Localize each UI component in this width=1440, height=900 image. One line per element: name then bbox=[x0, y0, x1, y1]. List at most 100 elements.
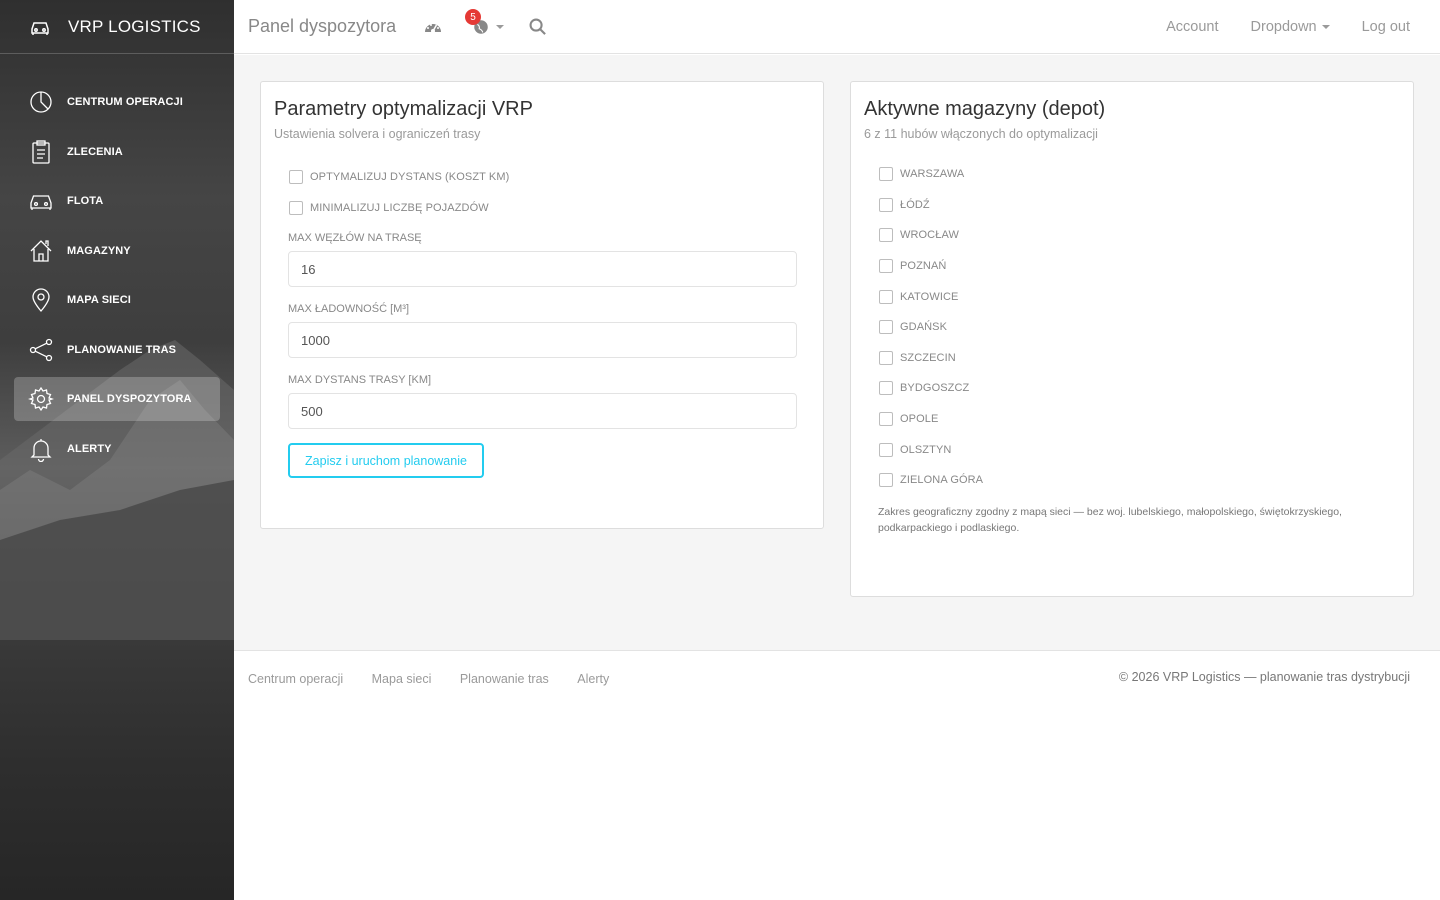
sidebar-logo[interactable]: VRP LOGISTICS bbox=[0, 0, 234, 54]
depot-checkbox[interactable]: Łódź bbox=[879, 190, 983, 221]
depot-checkbox[interactable]: Olsztyn bbox=[879, 434, 983, 465]
top-nav-right: Account Dropdown Log out bbox=[1134, 0, 1410, 54]
checkbox-box[interactable] bbox=[879, 473, 893, 488]
footer-link-alerty[interactable]: Alerty bbox=[577, 672, 609, 686]
checkbox-box[interactable] bbox=[879, 289, 893, 304]
pie-chart-icon bbox=[30, 91, 52, 113]
search-icon[interactable] bbox=[528, 17, 547, 36]
depot-checkbox[interactable]: Wrocław bbox=[879, 220, 983, 251]
car-icon bbox=[30, 195, 52, 210]
sidebar-item-label: ZLECENIA bbox=[67, 145, 123, 158]
depot-checkbox[interactable]: Warszawa bbox=[879, 159, 983, 190]
footer-link-planowanie-tras[interactable]: Planowanie tras bbox=[460, 672, 549, 686]
car-icon bbox=[31, 21, 49, 35]
sidebar-item-label: CENTRUM OPERACJI bbox=[67, 96, 183, 108]
sidebar-item-centrum-operacji[interactable]: CENTRUM OPERACJI bbox=[14, 80, 220, 124]
sidebar-item-mapa-sieci[interactable]: MAPA SIECI bbox=[14, 278, 220, 322]
max-nodes-label: Max węzłów na trasę bbox=[288, 232, 422, 244]
sidebar-item-label: PLANOWANIE TRAS bbox=[67, 343, 177, 356]
checkbox-minimize-vehicles[interactable]: Minimalizuj liczbę pojazdów bbox=[289, 193, 509, 224]
active-depots-card: Aktywne magazyny (depot) 6 z 11 hubów wł… bbox=[850, 81, 1414, 597]
save-and-run-button[interactable]: Zapisz i uruchom planowanie bbox=[288, 443, 484, 478]
dropdown-label: Dropdown bbox=[1250, 19, 1317, 35]
checkbox-box[interactable] bbox=[879, 259, 893, 274]
depot-label: Gdańsk bbox=[900, 321, 948, 334]
depot-label: Katowice bbox=[900, 290, 959, 303]
checkbox-box[interactable] bbox=[879, 228, 893, 243]
depot-checkbox[interactable]: Katowice bbox=[879, 281, 983, 312]
checkbox-box[interactable] bbox=[879, 381, 893, 396]
max-distance-label: Max dystans trasy [km] bbox=[288, 374, 432, 386]
footer-link-mapa-sieci[interactable]: Mapa sieci bbox=[372, 672, 432, 686]
logout-link[interactable]: Log out bbox=[1362, 19, 1410, 35]
footer-links: Centrum operacji Mapa sieci Planowanie t… bbox=[248, 670, 633, 688]
depot-checkbox[interactable]: Gdańsk bbox=[879, 312, 983, 343]
max-capacity-label: Max ładowność [m³] bbox=[288, 303, 410, 315]
depot-checkbox[interactable]: Bydgoszcz bbox=[879, 373, 983, 404]
checkbox-box[interactable] bbox=[879, 412, 893, 427]
sidebar-nav: CENTRUM OPERACJI ZLECENIA FLOTA MAGAZYNY… bbox=[0, 54, 234, 471]
checkbox-box[interactable] bbox=[879, 350, 893, 365]
max-nodes-input[interactable] bbox=[288, 251, 797, 287]
notification-badge: 5 bbox=[465, 9, 481, 25]
account-link[interactable]: Account bbox=[1166, 19, 1218, 35]
top-navbar: Panel dyspozytora 5 Account Dropdown Log… bbox=[234, 0, 1440, 54]
checkbox-box[interactable] bbox=[289, 200, 303, 215]
share-icon bbox=[29, 338, 53, 361]
checkbox-box[interactable] bbox=[879, 442, 893, 457]
depot-checkbox-list: Warszawa Łódź Wrocław Poznań Katowice Gd… bbox=[879, 159, 983, 496]
footer: Centrum operacji Mapa sieci Planowanie t… bbox=[234, 651, 1440, 703]
chevron-down-icon bbox=[1321, 25, 1330, 30]
map-pin-icon bbox=[32, 288, 50, 312]
depot-checkbox[interactable]: Poznań bbox=[879, 251, 983, 282]
depot-label: Szczecin bbox=[900, 351, 956, 364]
depot-label: Opole bbox=[900, 413, 939, 426]
depot-checkbox[interactable]: Zielona Góra bbox=[879, 465, 983, 496]
sidebar: VRP LOGISTICS CENTRUM OPERACJI ZLECENIA … bbox=[0, 0, 234, 900]
depot-label: Łódź bbox=[900, 198, 930, 211]
sidebar-item-alerty[interactable]: ALERTY bbox=[14, 427, 220, 471]
footer-copyright: © 2026 VRP Logistics — planowanie tras d… bbox=[1118, 670, 1410, 684]
card-title: Aktywne magazyny (depot) bbox=[864, 98, 1106, 120]
checkbox-box[interactable] bbox=[879, 167, 893, 182]
card-subtitle: 6 z 11 hubów włączonych do optymalizacji bbox=[864, 127, 1098, 141]
geographic-scope-note: Zakres geograficzny zgodny z mapą sieci … bbox=[878, 506, 1342, 534]
logo-text: VRP LOGISTICS bbox=[68, 16, 201, 36]
sidebar-item-magazyny[interactable]: MAGAZYNY bbox=[14, 229, 220, 273]
depot-label: Poznań bbox=[900, 260, 947, 273]
page-title[interactable]: Panel dyspozytora bbox=[248, 16, 396, 37]
checkbox-label: Optymalizuj dystans (koszt km) bbox=[310, 171, 510, 184]
footer-link-centrum-operacji[interactable]: Centrum operacji bbox=[248, 672, 343, 686]
sidebar-item-panel-dyspozytora[interactable]: PANEL DYSPOZYTORA bbox=[14, 377, 220, 421]
max-distance-input[interactable] bbox=[288, 393, 797, 429]
depot-checkbox[interactable]: Opole bbox=[879, 404, 983, 435]
checkbox-box[interactable] bbox=[879, 320, 893, 335]
chevron-down-icon bbox=[496, 25, 504, 29]
vrp-parameters-card: Parametry optymalizacji VRP Ustawienia s… bbox=[260, 81, 824, 529]
solver-options-checkboxes: Optymalizuj dystans (koszt km) Minimaliz… bbox=[289, 162, 509, 223]
depot-label: Warszawa bbox=[900, 168, 965, 181]
home-icon bbox=[30, 239, 52, 262]
dropdown-menu-toggle[interactable]: Dropdown bbox=[1251, 19, 1330, 35]
dashboard-icon[interactable] bbox=[423, 17, 443, 37]
sidebar-item-label: ALERTY bbox=[67, 442, 112, 455]
sidebar-item-label: MAPA SIECI bbox=[67, 294, 131, 306]
max-capacity-input[interactable] bbox=[288, 322, 797, 358]
checkbox-label: Minimalizuj liczbę pojazdów bbox=[310, 201, 489, 214]
sidebar-item-planowanie-tras[interactable]: PLANOWANIE TRAS bbox=[14, 328, 220, 372]
sidebar-item-zlecenia[interactable]: ZLECENIA bbox=[14, 130, 220, 174]
depot-label: Olsztyn bbox=[900, 443, 952, 456]
main-content: Parametry optymalizacji VRP Ustawienia s… bbox=[234, 55, 1440, 651]
card-subtitle: Ustawienia solvera i ograniczeń trasy bbox=[274, 127, 481, 141]
depot-checkbox[interactable]: Szczecin bbox=[879, 343, 983, 374]
sidebar-item-label: MAGAZYNY bbox=[67, 244, 131, 257]
card-title: Parametry optymalizacji VRP bbox=[274, 98, 533, 120]
sidebar-item-label: PANEL DYSPOZYTORA bbox=[67, 393, 192, 405]
checkbox-optimize-distance[interactable]: Optymalizuj dystans (koszt km) bbox=[289, 162, 509, 193]
sidebar-item-label: FLOTA bbox=[67, 195, 104, 207]
sidebar-item-flota[interactable]: FLOTA bbox=[14, 179, 220, 223]
checkbox-box[interactable] bbox=[879, 197, 893, 212]
gear-icon bbox=[28, 386, 54, 412]
checkbox-box[interactable] bbox=[289, 170, 303, 185]
depot-label: Wrocław bbox=[900, 229, 959, 242]
